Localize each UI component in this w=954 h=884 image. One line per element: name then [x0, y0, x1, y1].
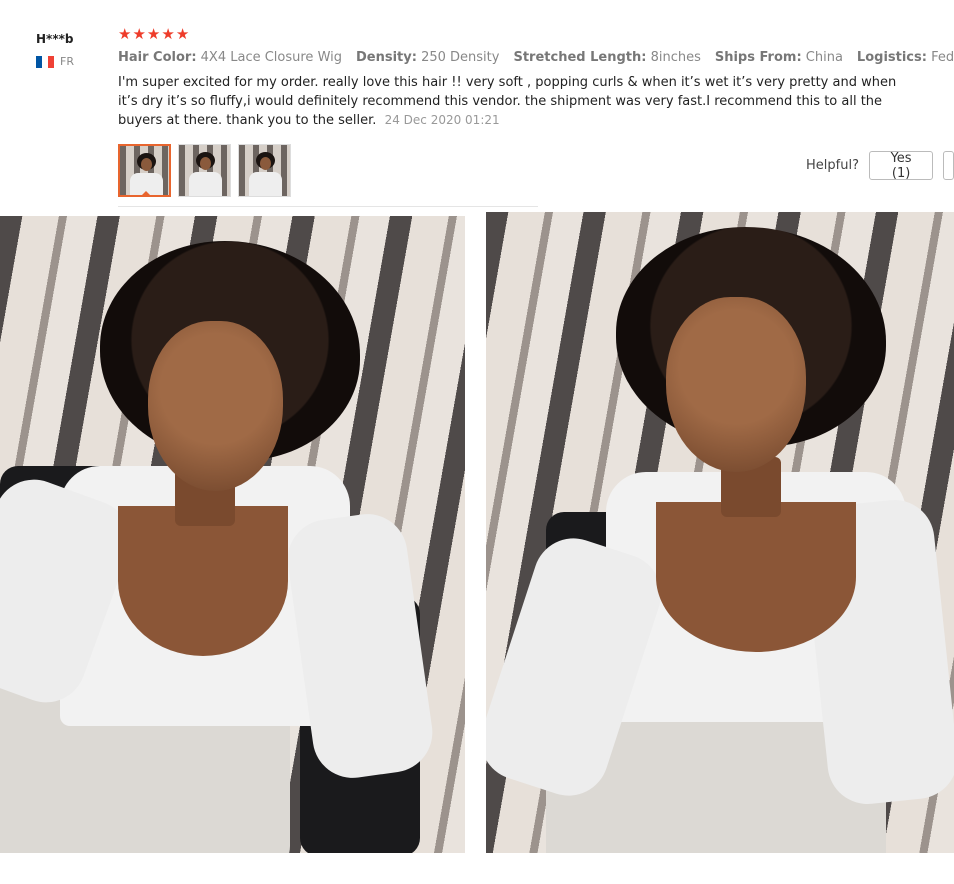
review-date: 24 Dec 2020 01:21: [384, 113, 500, 127]
helpful-yes-button[interactable]: Yes (1): [868, 151, 934, 181]
helpful-label: Helpful?: [806, 158, 859, 173]
country-code: FR: [60, 55, 74, 68]
attribute-density: Density: 250 Density: [356, 50, 500, 65]
product-attributes: Hair Color: 4X4 Lace Closure Wig Density…: [118, 50, 954, 65]
star-icon: ★: [118, 25, 132, 43]
photo-thumbnail[interactable]: [118, 144, 171, 197]
attribute-logistics: Logistics: Fedex IP: [856, 50, 954, 65]
divider: [118, 206, 538, 207]
france-flag-icon: [36, 55, 54, 68]
reviewer-info: H***b FR: [36, 32, 106, 68]
review-body: ★ ★ ★ ★ ★ Hair Color: 4X4 Lace Closure W…: [118, 26, 954, 130]
reviewer-country: FR: [36, 55, 106, 68]
review-text: I'm super excited for my order. really l…: [118, 73, 908, 130]
attribute-stretched-length: Stretched Length: 8inches: [513, 50, 701, 65]
star-rating: ★ ★ ★ ★ ★: [118, 26, 954, 42]
review-content: I'm super excited for my order. really l…: [118, 75, 897, 128]
photo-thumbnails: [118, 144, 291, 197]
photo-thumbnail[interactable]: [238, 144, 291, 197]
star-icon: ★: [161, 25, 175, 43]
helpful-no-button[interactable]: [943, 151, 954, 180]
review-photo[interactable]: [0, 216, 465, 853]
review-photo[interactable]: [486, 212, 954, 853]
attribute-hair-color: Hair Color: 4X4 Lace Closure Wig: [118, 50, 342, 65]
reviewer-name: H***b: [36, 32, 74, 46]
helpful-votes: Helpful? Yes (1): [806, 151, 954, 181]
star-icon: ★: [132, 25, 146, 43]
star-icon: ★: [146, 25, 161, 43]
star-icon: ★: [175, 25, 190, 43]
attribute-ships-from: Ships From: China: [714, 50, 843, 65]
photo-thumbnail[interactable]: [178, 144, 231, 197]
